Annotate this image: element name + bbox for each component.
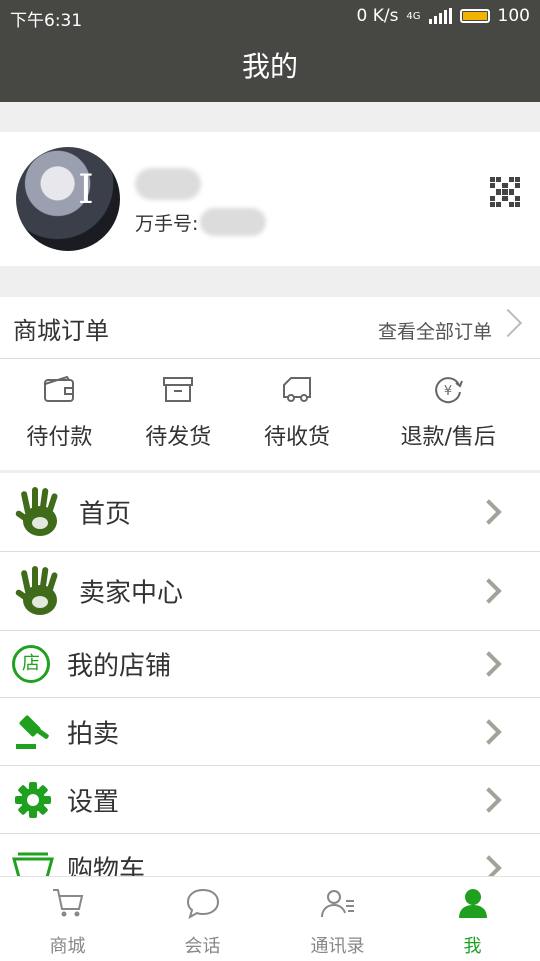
chat-bubble-icon — [186, 888, 219, 919]
menu-item-my-shop[interactable]: 店 我的店铺 — [0, 631, 540, 698]
order-status-pending-payment[interactable]: 待付款 — [0, 359, 119, 469]
menu-item-settings[interactable]: 设置 — [0, 766, 540, 834]
order-status-label: 待收货 — [263, 425, 330, 450]
battery-icon — [459, 9, 490, 23]
chevron-right-icon — [476, 651, 502, 677]
menu-item-auction[interactable]: 拍卖 — [0, 698, 540, 766]
chevron-right-icon — [476, 578, 502, 604]
orders-title: 商城订单 — [13, 317, 109, 345]
tab-label: 会话 — [184, 936, 221, 957]
handprint-icon — [15, 566, 58, 615]
order-status-label: 待发货 — [145, 425, 212, 450]
signal-icon — [428, 8, 452, 24]
bottom-tab-bar: 商城 会话 通讯录 我 — [0, 876, 540, 961]
gavel-icon — [16, 715, 49, 749]
tab-me[interactable]: 我 — [405, 877, 540, 961]
avatar[interactable]: I — [16, 147, 120, 251]
wallet-icon — [44, 375, 75, 402]
menu-item-label: 我的店铺 — [67, 651, 172, 682]
menu-item-label: 设置 — [67, 787, 120, 817]
menu-list: 首页 卖家中心 店 我的店铺 拍卖 设置 购物车 — [0, 473, 540, 902]
chevron-right-icon — [476, 718, 502, 745]
order-status-label: 待付款 — [26, 425, 93, 450]
page-title: 我的 — [0, 32, 540, 102]
box-icon — [163, 377, 194, 402]
account-id-line: 万手号: — [135, 208, 267, 236]
tab-chat[interactable]: 会话 — [135, 877, 270, 961]
net-speed: 0 K/s — [356, 6, 399, 26]
yuan-refund-icon: ¥ — [435, 377, 464, 404]
view-all-orders-link[interactable]: 查看全部订单 — [378, 317, 492, 344]
orders-header[interactable]: 商城订单 查看全部订单 — [0, 297, 540, 359]
mall-orders-section: 商城订单 查看全部订单 待付款 待发货 待收货 ¥ 退款/售后 — [0, 297, 540, 470]
truck-icon — [282, 377, 311, 402]
tab-mall[interactable]: 商城 — [0, 877, 135, 961]
profile-card[interactable]: I 万手号: — [0, 132, 540, 266]
person-icon — [458, 889, 487, 918]
cart-icon — [52, 889, 83, 917]
status-right: 0 K/s 4G 100 — [356, 6, 530, 26]
tab-label: 我 — [463, 936, 482, 957]
qr-code-icon[interactable] — [490, 177, 520, 207]
network-type: 4G — [406, 10, 421, 22]
username-blurred — [135, 168, 201, 200]
order-status-pending-receipt[interactable]: 待收货 — [238, 359, 357, 469]
chevron-right-icon — [476, 786, 502, 813]
status-time: 下午6:31 — [10, 11, 83, 31]
contacts-icon — [320, 890, 354, 918]
gear-icon — [15, 781, 51, 818]
account-id-blurred — [200, 208, 267, 236]
menu-item-seller-center[interactable]: 卖家中心 — [0, 552, 540, 631]
shop-badge-icon: 店 — [12, 645, 50, 683]
order-status-label: 退款/售后 — [400, 425, 496, 450]
tab-label: 商城 — [49, 936, 86, 957]
avatar-glyph: I — [78, 167, 94, 213]
svg-text:¥: ¥ — [444, 384, 452, 399]
status-bar: 下午6:31 0 K/s 4G 100 — [0, 0, 540, 32]
battery-level: 100 — [497, 6, 530, 26]
menu-item-label: 首页 — [79, 499, 132, 530]
tab-contacts[interactable]: 通讯录 — [270, 877, 405, 961]
order-status-row: 待付款 待发货 待收货 ¥ 退款/售后 — [0, 359, 540, 469]
chevron-right-icon — [493, 308, 523, 338]
menu-item-label: 拍卖 — [67, 719, 120, 749]
tab-label: 通讯录 — [310, 936, 365, 957]
order-status-pending-shipment[interactable]: 待发货 — [119, 359, 238, 469]
handprint-icon — [15, 487, 58, 536]
order-status-refund[interactable]: ¥ 退款/售后 — [356, 359, 540, 469]
menu-item-home[interactable]: 首页 — [0, 473, 540, 552]
account-id-label: 万手号: — [135, 212, 199, 235]
chevron-right-icon — [476, 499, 502, 525]
menu-item-label: 卖家中心 — [79, 578, 184, 609]
